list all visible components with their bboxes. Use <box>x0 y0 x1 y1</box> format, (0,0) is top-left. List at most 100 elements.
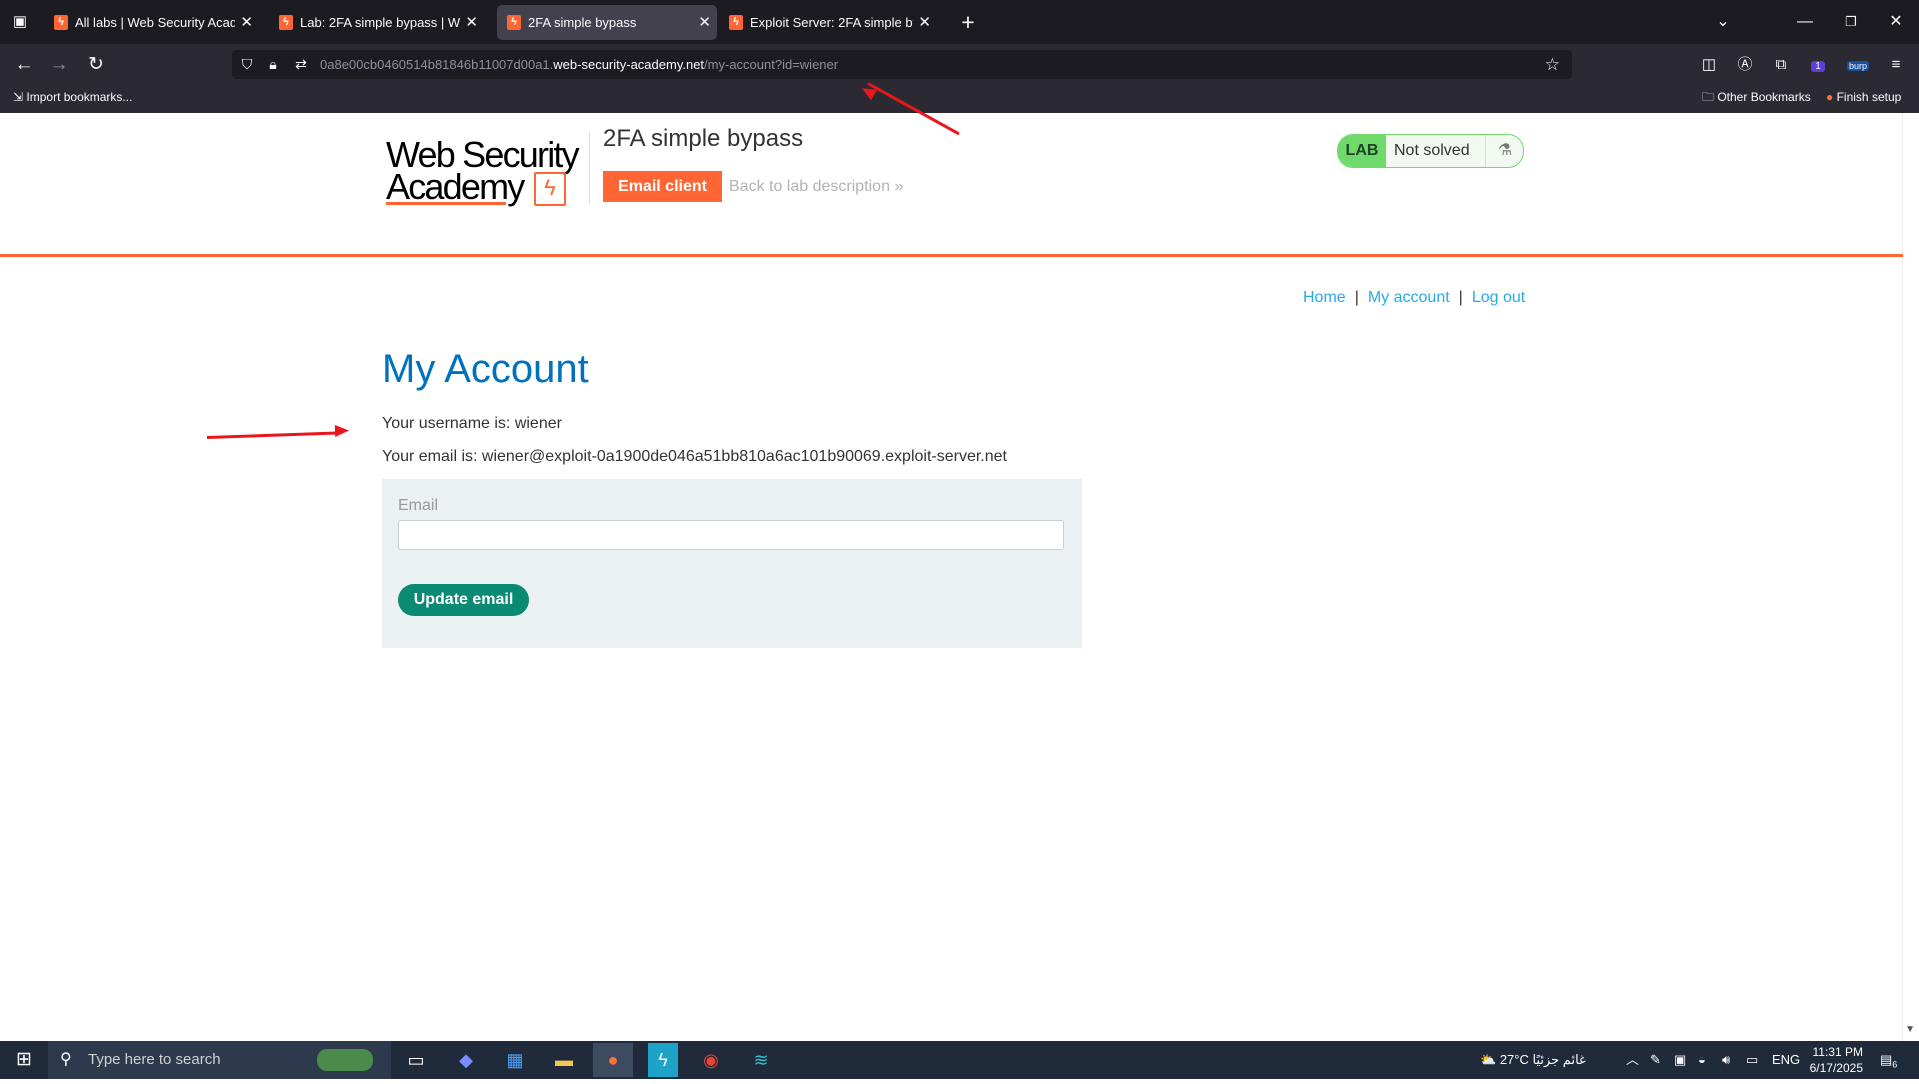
file-explorer-icon[interactable]: ▬ <box>544 1043 584 1077</box>
email-field[interactable] <box>398 520 1064 550</box>
firefox-taskbar-icon[interactable]: ● <box>593 1043 633 1077</box>
chrome-icon[interactable]: ◉ <box>691 1043 731 1077</box>
update-email-form: Email Update email <box>382 479 1082 648</box>
tab-2fa-simple-bypass[interactable]: ϟ 2FA simple bypass ✕ <box>497 5 717 40</box>
account-nav: Home | My account | Log out <box>1303 289 1525 307</box>
lab-label: LAB <box>1338 135 1386 167</box>
task-view-icon[interactable]: ▭ <box>396 1043 436 1077</box>
burp-taskbar-icon[interactable]: ϟ <box>648 1043 678 1077</box>
web-security-academy-favicon-icon: ϟ <box>54 15 68 30</box>
extension-badge-count: 1 <box>1811 61 1825 72</box>
web-security-academy-favicon-icon: ϟ <box>279 15 293 30</box>
account-icon[interactable]: Ⓐ <box>1733 53 1757 77</box>
flask-icon: ⚗ <box>1497 142 1513 159</box>
clock-date: 6/17/2025 <box>1809 1061 1863 1075</box>
nav-my-account-link[interactable]: My account <box>1368 289 1450 306</box>
weather-temperature: 27°C <box>1499 1052 1529 1067</box>
header-rule <box>0 254 1903 257</box>
other-bookmarks-folder[interactable]: 🗀︎ Other Bookmarks <box>1702 84 1811 111</box>
visual-studio-code-icon[interactable]: ≋ <box>741 1043 781 1077</box>
tab-lab-description[interactable]: ϟ Lab: 2FA simple bypass | Web Se ✕ <box>269 5 484 40</box>
address-bar[interactable]: ⛉ 🔒︎ ⇄ 0a8e00cb0460514b81846b11007d00a1.… <box>232 50 1572 79</box>
url-domain: web-security-academy.net <box>553 57 705 72</box>
menu-hamburger-icon[interactable]: ≡ <box>1884 53 1908 77</box>
back-to-lab-description-link[interactable]: Back to lab description » <box>729 171 903 202</box>
tray-pen-icon[interactable]: ✎ <box>1650 1041 1661 1079</box>
email-label: Email <box>398 497 439 514</box>
lab-title: 2FA simple bypass <box>603 125 804 152</box>
firefox-view-icon[interactable]: ▣ <box>8 10 32 34</box>
email-client-button[interactable]: Email client <box>603 171 722 202</box>
monitor-icon[interactable]: ▭ <box>1746 1041 1758 1079</box>
url-subdomain: 0a8e00cb0460514b81846b11007d00a1. <box>320 57 554 72</box>
web-security-academy-logo[interactable]: Web Security Academy ϟ <box>386 134 586 207</box>
search-placeholder: Type here to search <box>88 1051 221 1068</box>
tab-exploit-server[interactable]: ϟ Exploit Server: 2FA simple bypa ✕ <box>719 5 937 40</box>
tab-title: All labs | Web Security Academy <box>75 15 235 30</box>
close-tab-icon[interactable]: ✕ <box>698 5 711 40</box>
search-highlight-image <box>317 1049 373 1071</box>
close-window-icon[interactable]: ✕ <box>1873 8 1919 36</box>
page-title: My Account <box>382 347 589 391</box>
back-arrow-icon[interactable]: ← <box>11 52 37 78</box>
close-tab-icon[interactable]: ✕ <box>465 5 478 40</box>
annotation-arrow-username-head <box>334 424 350 437</box>
burp-label: burp <box>1846 61 1869 71</box>
weather-widget[interactable]: ⛅ 27°C غائم جزئيًا <box>1480 1041 1586 1079</box>
reload-icon[interactable]: ↻ <box>83 52 109 78</box>
web-security-academy-favicon-icon: ϟ <box>729 15 743 30</box>
url-text[interactable]: 0a8e00cb0460514b81846b11007d00a1.web-sec… <box>320 50 838 79</box>
search-icon: ⚲ <box>60 1051 72 1068</box>
list-all-tabs-chevron-icon[interactable]: ⌄ <box>1700 8 1746 36</box>
bookmark-star-icon[interactable]: ☆ <box>1545 55 1560 75</box>
permissions-icon[interactable]: ⇄ <box>292 56 310 73</box>
new-tab-button[interactable]: + <box>953 7 983 37</box>
nav-log-out-link[interactable]: Log out <box>1472 289 1525 306</box>
store-icon[interactable]: ▦ <box>495 1043 535 1077</box>
windows-start-icon[interactable]: ⊞ <box>0 1041 48 1079</box>
show-hidden-icons-chevron-icon[interactable]: ︿ <box>1626 1041 1639 1079</box>
nav-separator: | <box>1458 289 1463 306</box>
update-email-button[interactable]: Update email <box>398 584 529 616</box>
vertical-scrollbar[interactable] <box>1902 113 1919 1041</box>
burp-extension-icon[interactable]: burp <box>1846 53 1870 77</box>
lab-status-text: Not solved <box>1394 142 1470 159</box>
email-text: Your email is: wiener@exploit-0a1900de04… <box>382 448 1007 465</box>
pocket-icon[interactable]: ◫ <box>1697 53 1721 77</box>
extensions-icon[interactable]: ⧉ <box>1769 53 1793 77</box>
tray-network-icon[interactable]: ▣ <box>1674 1041 1686 1079</box>
tray-app-icon[interactable]: ◒ <box>1698 1041 1706 1079</box>
extension-badge-icon[interactable]: 1 <box>1806 53 1830 77</box>
language-indicator[interactable]: ENG <box>1772 1041 1800 1079</box>
shield-icon[interactable]: ⛉ <box>238 56 256 73</box>
minimize-icon[interactable]: — <box>1782 8 1828 36</box>
windows-taskbar: ⊞ ⚲ Type here to search ▭ ◆ ▦ ▬ ● ϟ ◉ ≋ … <box>0 1041 1919 1079</box>
finish-setup-link[interactable]: ● Finish setup <box>1826 84 1901 111</box>
close-tab-icon[interactable]: ✕ <box>240 5 253 40</box>
tab-title: Exploit Server: 2FA simple bypa <box>750 15 913 30</box>
copilot-icon[interactable]: ◆ <box>446 1043 486 1077</box>
system-clock[interactable]: 11:31 PM 6/17/2025 <box>1803 1044 1863 1076</box>
restore-icon[interactable]: ❐ <box>1828 8 1874 36</box>
back-link-label: Back to lab description <box>729 178 890 195</box>
bookmarks-toolbar: ⇲ Import bookmarks... 🗀︎ Other Bookmarks… <box>0 84 1919 113</box>
weather-description: غائم جزئيًا <box>1532 1052 1586 1067</box>
nav-separator: | <box>1354 289 1359 306</box>
scroll-down-arrow-icon[interactable]: ▼ <box>1905 1024 1915 1035</box>
tab-all-labs[interactable]: ϟ All labs | Web Security Academy ✕ <box>44 5 259 40</box>
lock-icon[interactable]: 🔒︎ <box>264 56 282 73</box>
tab-title: Lab: 2FA simple bypass | Web Se <box>300 15 460 30</box>
close-tab-icon[interactable]: ✕ <box>918 5 931 40</box>
notification-center-icon[interactable]: ▤6 <box>1880 1041 1897 1084</box>
nav-home-link[interactable]: Home <box>1303 289 1346 306</box>
import-bookmarks-link[interactable]: ⇲ Import bookmarks... <box>13 84 132 111</box>
taskbar-search-box[interactable]: ⚲ Type here to search <box>48 1041 391 1079</box>
forward-arrow-icon[interactable]: → <box>46 52 72 78</box>
header-divider <box>589 132 590 204</box>
firefox-icon: ● <box>1826 90 1834 104</box>
weather-cloud-icon: ⛅ <box>1480 1052 1497 1067</box>
volume-icon[interactable]: 🔊︎ <box>1722 1041 1730 1079</box>
web-security-academy-favicon-icon: ϟ <box>507 15 521 30</box>
lab-status-badge: LAB Not solved ⚗ <box>1337 134 1524 168</box>
notification-count: 6 <box>1892 1059 1898 1070</box>
